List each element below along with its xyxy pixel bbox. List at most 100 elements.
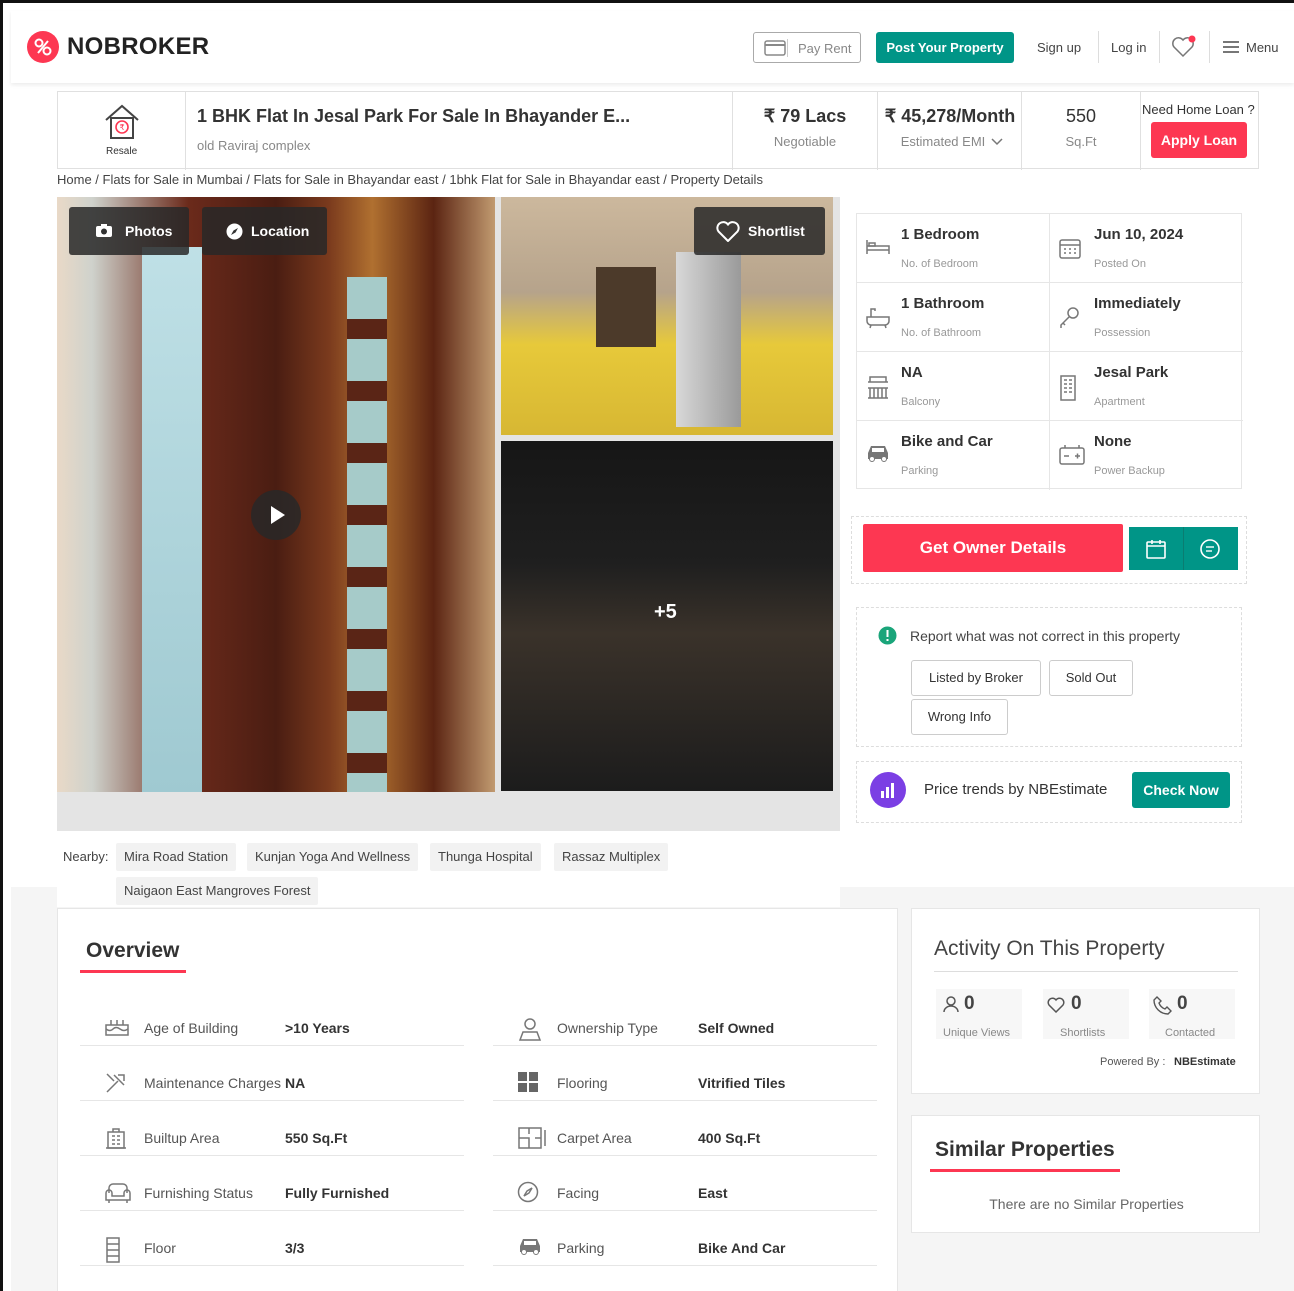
chevron-down-icon[interactable] bbox=[991, 138, 1003, 146]
wrong-info-button[interactable]: Wrong Info bbox=[911, 699, 1008, 735]
unique-views-stat: 0 Unique Views bbox=[936, 989, 1022, 1039]
play-video-icon[interactable] bbox=[251, 490, 301, 540]
powered-by-brand: NBEstimate bbox=[1174, 1056, 1236, 1068]
overview-value: Vitrified Tiles bbox=[698, 1075, 786, 1091]
menu-link[interactable]: Menu bbox=[1246, 40, 1279, 55]
user-icon bbox=[942, 995, 960, 1013]
overview-value: 400 Sq.Ft bbox=[698, 1130, 761, 1146]
overview-row: Parking Bike And Car bbox=[493, 1211, 877, 1266]
detail-label: No. of Bathroom bbox=[901, 327, 982, 339]
contacted-stat: 0 Contacted bbox=[1149, 989, 1235, 1039]
overview-value: Bike And Car bbox=[698, 1240, 786, 1256]
glass-panel bbox=[142, 247, 202, 792]
nearby-chip[interactable]: Kunjan Yoga And Wellness bbox=[247, 843, 419, 871]
shortlist-button[interactable]: Shortlist bbox=[694, 207, 825, 255]
sold-out-button[interactable]: Sold Out bbox=[1049, 660, 1133, 696]
detail-label: Balcony bbox=[901, 396, 941, 408]
detail-label: Posted On bbox=[1094, 258, 1146, 270]
photos-label: Photos bbox=[125, 223, 173, 239]
breadcrumb[interactable]: Home / Flats for Sale in Mumbai / Flats … bbox=[57, 172, 763, 187]
top-navbar: NOBROKER Pay Rent Post Your Property Sig… bbox=[11, 11, 1294, 83]
phone-icon bbox=[1153, 995, 1173, 1015]
overview-value: 550 Sq.Ft bbox=[285, 1130, 348, 1146]
no-similar-message: There are no Similar Properties bbox=[989, 1196, 1184, 1212]
car-icon bbox=[517, 1236, 543, 1256]
battery-icon bbox=[1058, 443, 1086, 467]
heading-underline bbox=[930, 1169, 1120, 1172]
area-unit: Sq.Ft bbox=[1065, 134, 1097, 149]
divider bbox=[1098, 31, 1099, 63]
check-now-button[interactable]: Check Now bbox=[1132, 772, 1230, 808]
contacted-count: 0 bbox=[1177, 993, 1188, 1014]
tools-icon bbox=[104, 1071, 128, 1095]
more-photos-count[interactable]: +5 bbox=[654, 601, 677, 624]
sign-up-link[interactable]: Sign up bbox=[1037, 40, 1081, 55]
detail-value: 1 Bathroom bbox=[901, 295, 985, 312]
location-label: Location bbox=[251, 223, 310, 239]
info-icon bbox=[878, 626, 897, 645]
log-in-link[interactable]: Log in bbox=[1111, 40, 1146, 55]
overview-label: Furnishing Status bbox=[144, 1185, 253, 1201]
nearby-chip[interactable]: Mira Road Station bbox=[116, 843, 237, 871]
balcony-icon bbox=[865, 374, 891, 400]
logo-text[interactable]: NOBROKER bbox=[67, 33, 209, 61]
loan-prompt: Need Home Loan ? bbox=[1142, 102, 1255, 117]
divider bbox=[934, 971, 1238, 972]
divider bbox=[1140, 92, 1141, 170]
chat-button[interactable] bbox=[1184, 527, 1238, 570]
overview-row: Age of Building >10 Years bbox=[80, 991, 464, 1046]
bed-icon bbox=[865, 236, 891, 256]
logo-icon[interactable] bbox=[27, 31, 59, 63]
resale-badge: Resale bbox=[106, 146, 138, 157]
overview-row: Flooring Vitrified Tiles bbox=[493, 1046, 877, 1101]
svg-text:₹: ₹ bbox=[119, 123, 124, 132]
overview-label: Parking bbox=[557, 1240, 605, 1256]
sofa-icon bbox=[104, 1181, 132, 1205]
detail-label: Possession bbox=[1094, 327, 1151, 339]
emi-note[interactable]: Estimated EMI bbox=[879, 134, 1007, 149]
nearby-chip[interactable]: Thunga Hospital bbox=[430, 843, 541, 871]
heart-icon bbox=[1047, 997, 1065, 1013]
area-value: 550 bbox=[1065, 106, 1097, 126]
cake-icon bbox=[104, 1016, 130, 1036]
divider bbox=[1209, 31, 1210, 63]
page-frame: NOBROKER Pay Rent Post Your Property Sig… bbox=[0, 0, 1294, 1291]
building-area-icon bbox=[104, 1126, 128, 1150]
overview-label: Builtup Area bbox=[144, 1130, 220, 1146]
floor-icon bbox=[104, 1236, 122, 1264]
apply-loan-button[interactable]: Apply Loan bbox=[1151, 122, 1247, 158]
property-subtitle: old Raviraj complex bbox=[197, 138, 311, 153]
shortlist-label: Shortlist bbox=[748, 223, 805, 239]
price-value: ₹ 79 Lacs bbox=[763, 106, 847, 126]
hamburger-icon[interactable] bbox=[1223, 41, 1239, 53]
schedule-visit-button[interactable] bbox=[1129, 527, 1183, 570]
heart-icon bbox=[716, 221, 740, 242]
pay-rent-button[interactable]: Pay Rent bbox=[753, 32, 861, 63]
nearby-chip[interactable]: Naigaon East Mangroves Forest bbox=[116, 877, 319, 905]
divider bbox=[1021, 92, 1022, 170]
activity-heading: Activity On This Property bbox=[934, 937, 1165, 960]
overview-label: Facing bbox=[557, 1185, 600, 1201]
nearby-chip[interactable]: Rassaz Multiplex bbox=[554, 843, 669, 871]
photos-button[interactable]: Photos bbox=[69, 207, 189, 255]
detail-cell: Jun 10, 2024 Posted On bbox=[1050, 214, 1243, 283]
chat-icon bbox=[1199, 538, 1221, 560]
listed-by-broker-button[interactable]: Listed by Broker bbox=[911, 660, 1041, 696]
powered-by-label: Powered By : bbox=[1100, 1056, 1166, 1068]
detail-value: Bike and Car bbox=[901, 433, 993, 450]
location-button[interactable]: Location bbox=[202, 207, 327, 255]
overview-row: Builtup Area 550 Sq.Ft bbox=[80, 1101, 464, 1156]
wardrobe bbox=[676, 252, 741, 427]
tiles-icon bbox=[517, 1071, 539, 1093]
get-owner-details-button[interactable]: Get Owner Details bbox=[863, 524, 1123, 572]
detail-cell: Bike and Car Parking bbox=[857, 421, 1050, 490]
compass-icon bbox=[517, 1181, 539, 1203]
post-property-button[interactable]: Post Your Property bbox=[876, 32, 1014, 63]
overview-heading: Overview bbox=[86, 939, 180, 962]
divider bbox=[877, 92, 878, 170]
divider bbox=[1159, 31, 1160, 63]
calendar-icon bbox=[1146, 539, 1166, 559]
property-summary-bar: ₹ Resale 1 BHK Flat In Jesal Park For Sa… bbox=[57, 91, 1259, 170]
wishlist-heart-icon[interactable] bbox=[1171, 35, 1197, 59]
views-label: Unique Views bbox=[943, 1027, 1011, 1039]
